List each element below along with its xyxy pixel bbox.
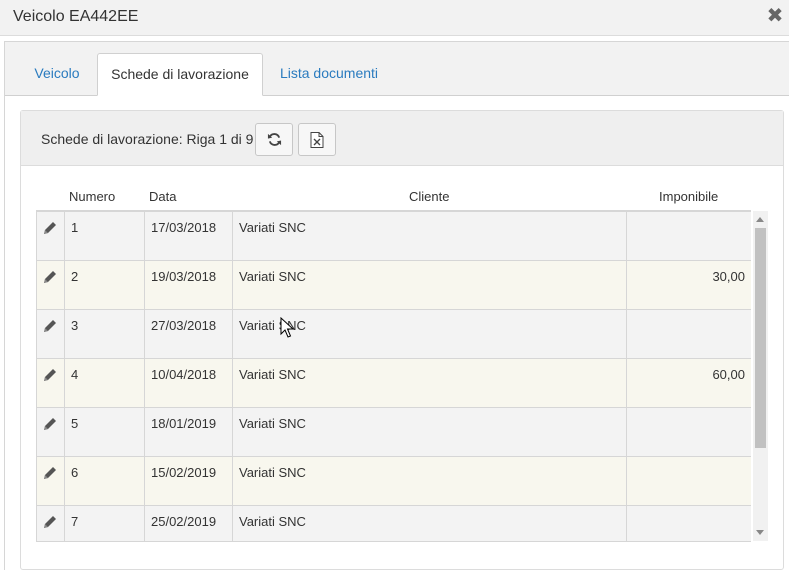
cell-data: 18/01/2019	[145, 408, 233, 457]
scrollbar-thumb[interactable]	[755, 228, 766, 448]
table-row[interactable]: 7 25/02/2019 Variati SNC	[37, 505, 751, 541]
cell-imponibile: 30,00	[712, 269, 745, 284]
scroll-down-icon[interactable]	[756, 530, 764, 535]
cell-data: 10/04/2018	[145, 359, 233, 408]
dialog-body: Veicolo Schede di lavorazione Lista docu…	[4, 41, 789, 570]
grid-body: 1 17/03/2018 Variati SNC 2 19/03/2018 Va…	[36, 211, 751, 542]
mouse-cursor-icon	[280, 317, 294, 338]
scroll-up-icon[interactable]	[756, 217, 764, 222]
table-row[interactable]: 5 18/01/2019 Variati SNC	[37, 407, 751, 457]
cell-cliente: Variati SNC	[233, 408, 627, 457]
cell-cliente: Variati SNC	[233, 359, 627, 408]
table-row[interactable]: 3 27/03/2018 Variati SNC	[37, 309, 751, 359]
cell-imponibile: 60,00	[712, 367, 745, 382]
cell-numero: 6	[65, 457, 145, 506]
cell-numero: 2	[65, 261, 145, 310]
cell-imponibile	[627, 457, 751, 506]
cell-imponibile	[627, 310, 751, 359]
cell-data: 27/03/2018	[145, 310, 233, 359]
cell-data: 25/02/2019	[145, 506, 233, 541]
dialog-title: Veicolo EA442EE	[13, 8, 139, 25]
excel-export-icon	[310, 132, 324, 148]
refresh-icon	[267, 133, 282, 146]
cell-data: 15/02/2019	[145, 457, 233, 506]
column-header-data[interactable]: Data	[149, 189, 176, 204]
cell-data: 19/03/2018	[145, 261, 233, 310]
table-row[interactable]: 1 17/03/2018 Variati SNC	[37, 211, 751, 261]
column-header-cliente[interactable]: Cliente	[409, 189, 449, 204]
tab-strip: Veicolo Schede di lavorazione Lista docu…	[5, 42, 789, 96]
edit-pencil-icon[interactable]	[42, 416, 58, 432]
excel-export-button[interactable]	[298, 123, 336, 156]
work-orders-grid: Numero Data Cliente Imponibile 1 17/03/2…	[36, 182, 768, 543]
edit-pencil-icon[interactable]	[42, 514, 58, 530]
cell-cliente: Variati SNC	[233, 212, 627, 261]
tab-schede-di-lavorazione[interactable]: Schede di lavorazione	[97, 53, 263, 96]
edit-pencil-icon[interactable]	[42, 269, 58, 285]
panel-toolbar: Schede di lavorazione: Riga 1 di 9	[21, 111, 783, 166]
table-row[interactable]: 4 10/04/2018 Variati SNC 60,00	[37, 358, 751, 408]
cell-cliente: Variati SNC	[233, 457, 627, 506]
edit-pencil-icon[interactable]	[42, 465, 58, 481]
schede-panel: Schede di lavorazione: Riga 1 di 9 Numer…	[20, 110, 784, 570]
tab-veicolo[interactable]: Veicolo	[21, 53, 93, 96]
cell-cliente: Variati SNC	[233, 506, 627, 541]
row-count-label: Schede di lavorazione: Riga 1 di 9	[41, 131, 254, 147]
cell-numero: 5	[65, 408, 145, 457]
edit-pencil-icon[interactable]	[42, 318, 58, 334]
table-row[interactable]: 6 15/02/2019 Variati SNC	[37, 456, 751, 506]
grid-header: Numero Data Cliente Imponibile	[36, 182, 751, 211]
dialog-header: Veicolo EA442EE ✖	[0, 0, 789, 36]
column-header-imponibile[interactable]: Imponibile	[659, 189, 718, 204]
cell-numero: 3	[65, 310, 145, 359]
edit-pencil-icon[interactable]	[42, 220, 58, 236]
cell-cliente: Variati SNC	[233, 261, 627, 310]
refresh-button[interactable]	[255, 123, 293, 156]
edit-pencil-icon[interactable]	[42, 367, 58, 383]
close-icon[interactable]: ✖	[764, 4, 786, 28]
cell-data: 17/03/2018	[145, 212, 233, 261]
cell-numero: 1	[65, 212, 145, 261]
column-header-numero[interactable]: Numero	[69, 189, 115, 204]
cell-imponibile	[627, 506, 751, 541]
cell-imponibile	[627, 212, 751, 261]
tab-lista-documenti[interactable]: Lista documenti	[267, 53, 391, 96]
vertical-scrollbar[interactable]	[753, 211, 768, 541]
cell-numero: 7	[65, 506, 145, 541]
table-row[interactable]: 2 19/03/2018 Variati SNC 30,00	[37, 260, 751, 310]
cell-imponibile	[627, 408, 751, 457]
cell-numero: 4	[65, 359, 145, 408]
